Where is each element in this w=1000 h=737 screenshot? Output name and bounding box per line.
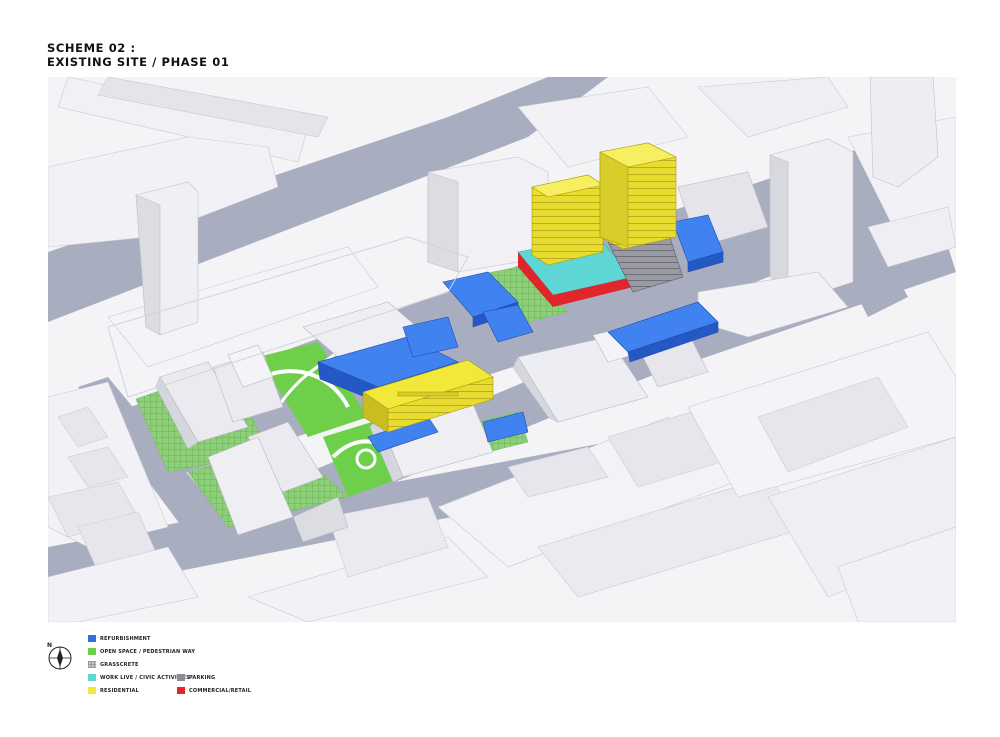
legend-item-open-space: OPEN SPACE / PEDESTRIAN WAY — [88, 647, 195, 656]
legend: N REFURBISHMENT OPEN SPACE / PEDESTRIAN … — [44, 632, 344, 702]
north-label: N — [47, 642, 52, 649]
legend-swatch-work-live — [88, 674, 96, 681]
north-arrow-icon: N — [47, 642, 72, 670]
legend-swatch-grasscrete — [88, 661, 96, 668]
legend-swatch-refurbishment — [88, 635, 96, 642]
legend-item-parking: PARKING — [177, 673, 215, 682]
legend-swatch-residential — [88, 687, 96, 694]
legend-swatch-parking — [177, 674, 185, 681]
legend-label-open-space: OPEN SPACE / PEDESTRIAN WAY — [100, 648, 196, 655]
plan-title: SCHEME 02 : EXISTING SITE / PHASE 01 — [47, 41, 229, 69]
legend-item-commercial: COMMERCIAL/RETAIL — [177, 686, 251, 695]
title-line-2: EXISTING SITE / PHASE 01 — [47, 55, 230, 69]
legend-label-residential: RESIDENTIAL — [100, 687, 140, 694]
legend-item-grasscrete: GRASSCRETE — [88, 660, 139, 669]
legend-label-commercial: COMMERCIAL/RETAIL — [189, 687, 252, 694]
site-plan-render — [48, 77, 956, 622]
legend-item-refurbishment: REFURBISHMENT — [88, 634, 151, 643]
legend-label-parking: PARKING — [189, 674, 216, 681]
title-line-1: SCHEME 02 : — [47, 41, 136, 55]
legend-label-grasscrete: GRASSCRETE — [100, 661, 139, 668]
legend-label-refurbishment: REFURBISHMENT — [100, 635, 151, 642]
legend-swatch-open-space — [88, 648, 96, 655]
legend-item-residential: RESIDENTIAL — [88, 686, 139, 695]
legend-item-work-live: WORK LIVE / CIVIC ACTIVITIES — [88, 673, 190, 682]
legend-swatch-commercial — [177, 687, 185, 694]
